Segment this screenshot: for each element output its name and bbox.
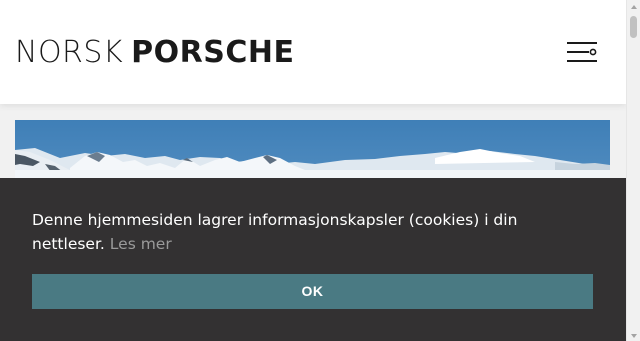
logo-word-norsk: NORSK [15, 35, 124, 70]
vertical-scrollbar[interactable] [626, 0, 640, 341]
ok-button[interactable]: OK [32, 274, 593, 309]
scrollbar-thumb[interactable] [630, 16, 637, 38]
logo-word-porsche: PORSCHE [131, 35, 295, 70]
page: NORSK PORSCHE Denne hjemmesiden lagrer i… [0, 0, 640, 341]
menu-button[interactable] [566, 40, 598, 64]
scroll-down-arrow-icon[interactable] [627, 329, 640, 341]
hamburger-menu-icon [567, 42, 597, 62]
cookie-banner [0, 178, 626, 341]
read-more-link[interactable]: Les mer [110, 235, 172, 253]
browser-viewport: NORSK PORSCHE Denne hjemmesiden lagrer i… [0, 0, 626, 341]
cookie-message: Denne hjemmesiden lagrer informasjonskap… [32, 208, 592, 256]
site-header: NORSK PORSCHE [0, 0, 626, 104]
site-logo[interactable]: NORSK PORSCHE [15, 36, 294, 70]
scroll-up-arrow-icon[interactable] [627, 0, 640, 12]
cookie-message-text: Denne hjemmesiden lagrer informasjonskap… [32, 211, 518, 253]
